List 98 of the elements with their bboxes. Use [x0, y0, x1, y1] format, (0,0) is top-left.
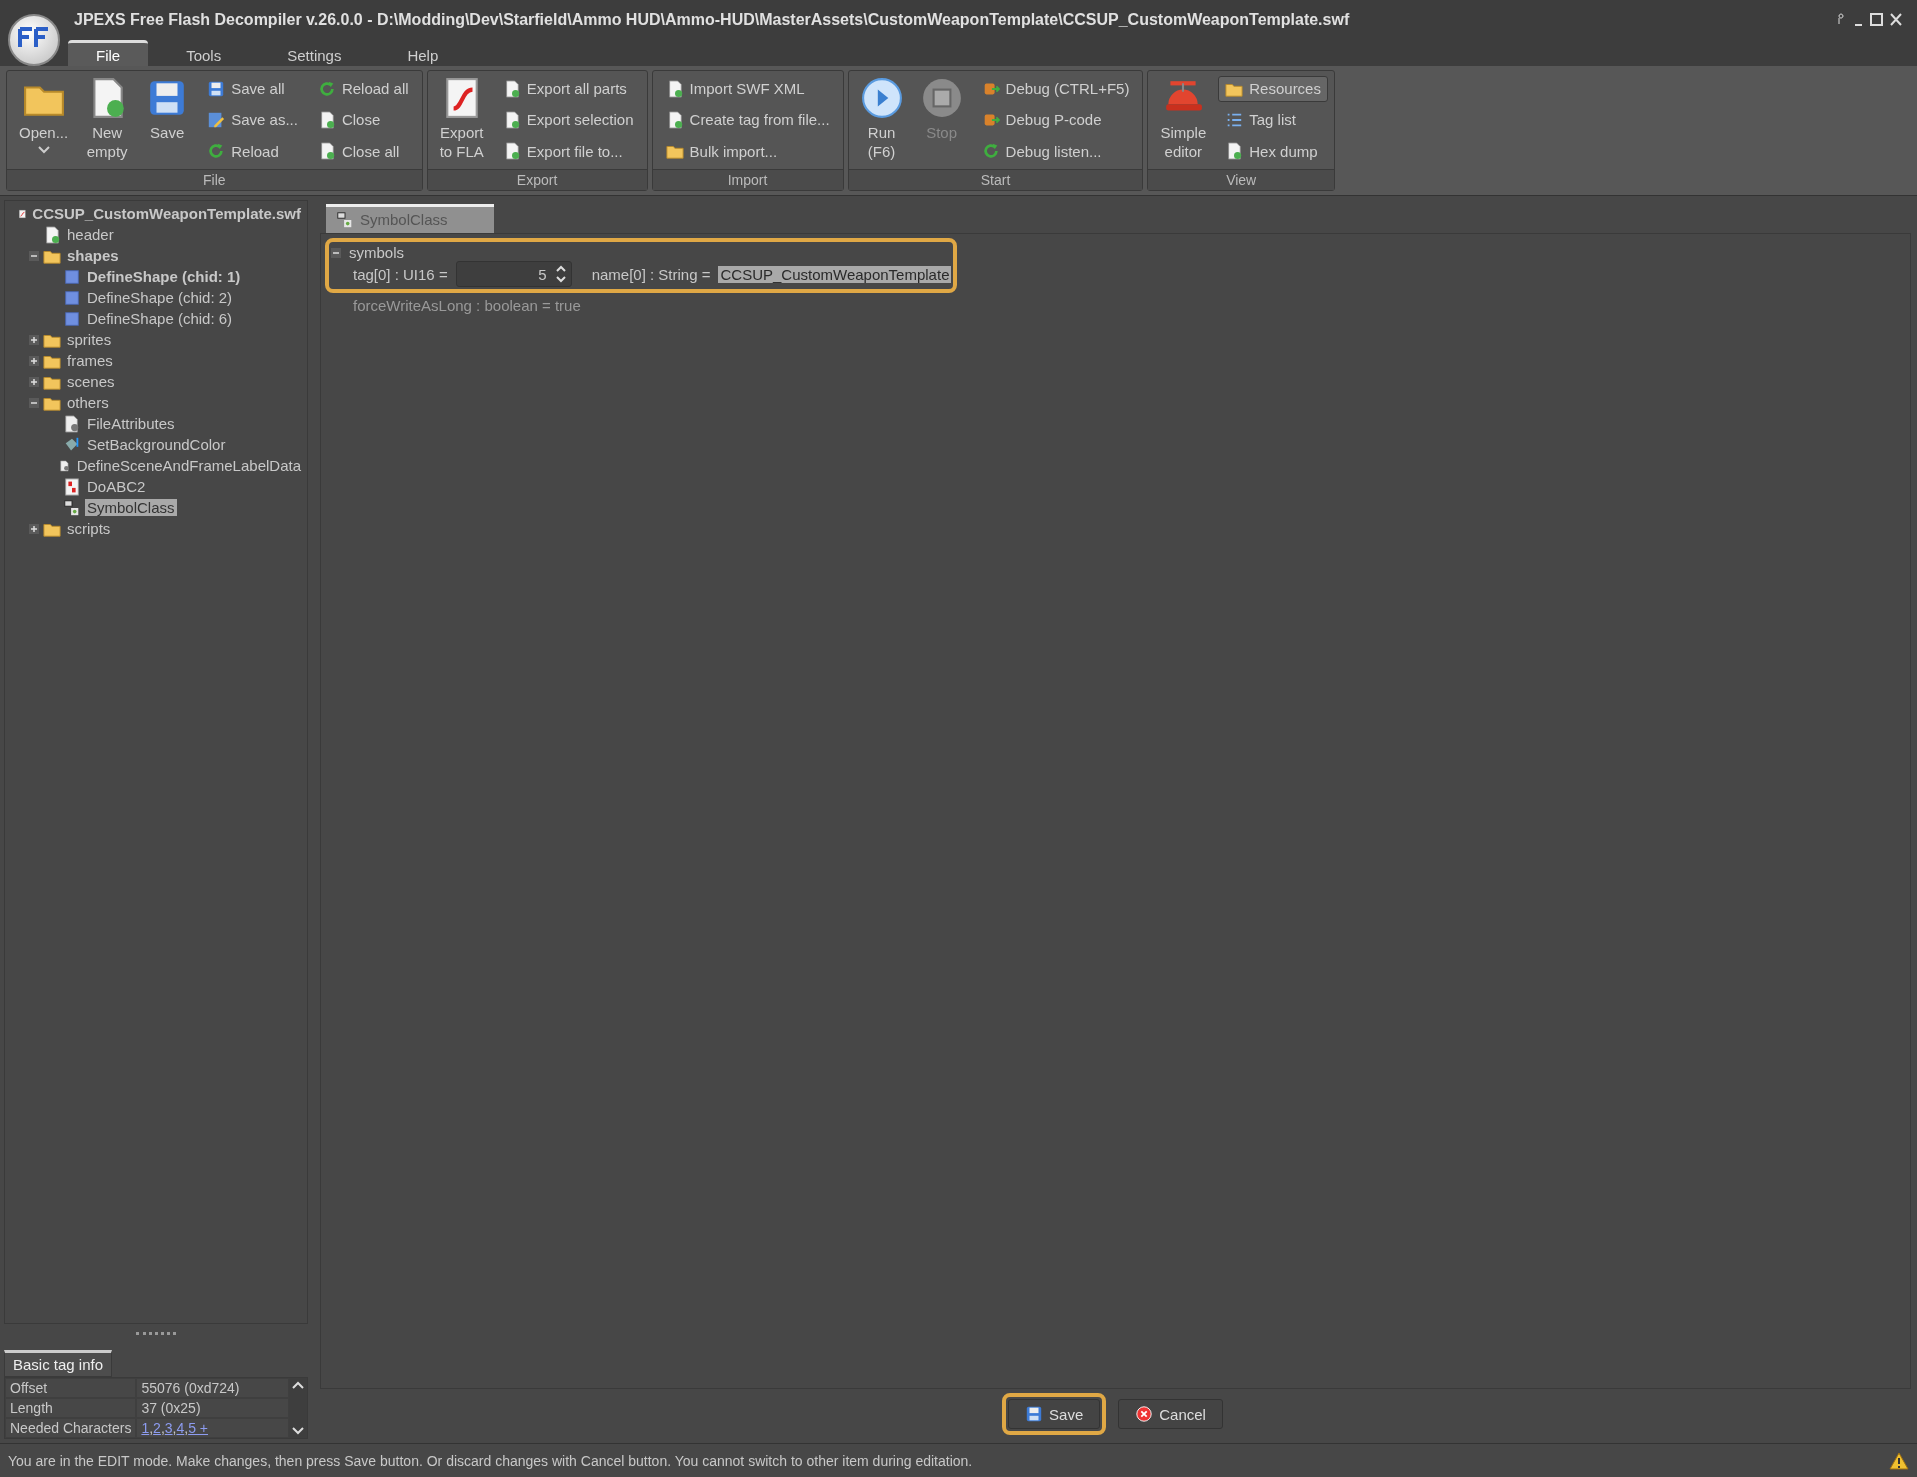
list-icon	[1225, 111, 1244, 129]
ribbon-button[interactable]: Resources	[1218, 75, 1328, 102]
link[interactable]: 5 +	[188, 1420, 208, 1436]
window-title: JPEXS Free Flash Decompiler v.26.0.0 - D:\Modding\Dev\Starfield\Ammo HUD\Ammo-HUD\MasterAssets\CustomWeaponTemplate\CCSUP_CustomWeaponTemplate.swf	[74, 11, 1351, 29]
table-cell: Needed Characters	[5, 1418, 137, 1438]
expand-icon[interactable]	[29, 334, 39, 345]
separator-text: ,	[172, 1420, 177, 1436]
separator-text: ,	[160, 1420, 165, 1436]
menu-tab[interactable]: File	[68, 40, 149, 66]
menu-tab[interactable]: Tools	[158, 40, 250, 66]
ribbon-button[interactable]: Reload	[200, 138, 305, 165]
ribbon-button[interactable]: Close	[310, 107, 416, 133]
table-cell: 55076 (0xd724)	[136, 1378, 289, 1398]
tree-item[interactable]: FileAttributes	[85, 415, 177, 432]
tree-item[interactable]: SymbolClass	[85, 499, 177, 516]
table-cell: Length	[5, 1398, 137, 1418]
ribbon-button[interactable]: Run (F6)	[854, 73, 909, 167]
field-label: tag[0] : UI16 =	[353, 265, 448, 283]
tree-item[interactable]: DoABC2	[85, 478, 148, 495]
tree-item[interactable]: header	[65, 226, 116, 243]
expand-icon[interactable]	[29, 376, 39, 387]
ribbon-button[interactable]: Debug (CTRL+F5)	[974, 75, 1137, 102]
tree-item[interactable]: sprites	[65, 331, 114, 348]
ribbon-button[interactable]: Save	[140, 73, 195, 167]
tree-item[interactable]: DefineShape (chid: 2)	[85, 289, 235, 306]
status-text: You are in the EDIT mode. Make changes, then press Save button. Or discard changes with Cancel button. You cannot switch to other item during editation.	[8, 1452, 974, 1469]
reload-icon	[981, 142, 1000, 161]
ribbon-button[interactable]: Bulk import...	[658, 138, 837, 165]
tree-item[interactable]: frames	[65, 352, 115, 369]
document-icon	[43, 225, 61, 244]
square-icon	[63, 288, 81, 307]
menu-tab[interactable]: Help	[379, 40, 467, 66]
action-button[interactable]: Cancel	[1118, 1399, 1223, 1429]
text-field[interactable]: CCSUP_CustomWeaponTemplate	[718, 265, 952, 283]
menu-tab[interactable]: Settings	[259, 40, 370, 66]
group-label: Export	[427, 169, 647, 190]
tree-item[interactable]: shapes	[65, 247, 121, 264]
separator-text: ,	[184, 1420, 189, 1436]
play-icon	[860, 77, 903, 119]
expand-icon[interactable]	[29, 523, 39, 534]
ribbon-button[interactable]: New empty	[80, 73, 135, 167]
number-spinner[interactable]: 5	[455, 261, 572, 287]
ribbon-button[interactable]: Simple editor	[1154, 73, 1213, 167]
ribbon-button[interactable]: Debug listen...	[974, 138, 1137, 165]
ribbon-button[interactable]: Hex dump	[1218, 138, 1328, 165]
ribbon-button[interactable]: Close all	[310, 138, 416, 165]
link[interactable]: 1	[141, 1420, 150, 1436]
link[interactable]: 2	[153, 1420, 161, 1436]
tree-item[interactable]: others	[65, 394, 111, 411]
stop-icon	[920, 77, 963, 119]
tree-item[interactable]: SetBackgroundColor	[85, 436, 228, 453]
ribbon-button[interactable]: Save as...	[200, 107, 305, 133]
group-label: File	[7, 169, 422, 190]
expand-icon[interactable]	[29, 355, 39, 366]
ribbon-button[interactable]: Tag list	[1218, 107, 1328, 133]
document-icon	[1225, 142, 1244, 161]
ribbon-button[interactable]: Export selection	[495, 107, 641, 133]
ribbon-button[interactable]: Reload all	[310, 75, 416, 102]
tree-item[interactable]: scenes	[65, 373, 117, 390]
tree-item[interactable]: CCSUP_CustomWeaponTemplate.swf	[30, 205, 303, 222]
reload-icon	[207, 142, 226, 161]
group-label: Import	[652, 169, 843, 190]
tree-item[interactable]: DefineSceneAndFrameLabelData	[74, 457, 303, 474]
field-label: forceWriteAsLong : boolean = true	[353, 297, 581, 314]
collapse-icon[interactable]	[29, 250, 39, 261]
group-label: View	[1148, 169, 1334, 190]
table-cell: Offset	[5, 1378, 137, 1398]
tree-item[interactable]: DefineShape (chid: 1)	[85, 268, 243, 285]
separator-text: ,	[149, 1420, 154, 1436]
ribbon-button[interactable]: Export to FLA	[433, 73, 490, 167]
spin-arrows-icon[interactable]	[554, 264, 567, 284]
square-icon	[63, 267, 81, 286]
ribbon-button[interactable]: Export all parts	[495, 75, 641, 102]
ribbon-button[interactable]: Create tag from file...	[658, 107, 837, 133]
ribbon-button[interactable]: Import SWF XML	[658, 75, 837, 102]
collapse-icon[interactable]	[331, 247, 341, 258]
ribbon-button[interactable]: Open...	[13, 73, 75, 167]
ribbon-button[interactable]: Debug P-code	[974, 107, 1137, 133]
ribbon-button[interactable]: Save all	[200, 75, 305, 102]
ribbon-button[interactable]: Export file to...	[495, 138, 641, 165]
field-label: symbols	[349, 244, 404, 261]
floppy-icon	[1025, 1405, 1044, 1423]
collapse-icon[interactable]	[29, 397, 39, 408]
panel-tab[interactable]: Basic tag info	[4, 1350, 113, 1377]
square-icon	[63, 309, 81, 328]
tree-item[interactable]: DefineShape (chid: 6)	[85, 310, 235, 327]
table-cell: 37 (0x25)	[136, 1398, 289, 1418]
cancel-icon	[1135, 1405, 1154, 1423]
field-label: name[0] : String =	[591, 265, 711, 283]
pencil-icon	[207, 111, 226, 129]
tree-item[interactable]: scripts	[65, 520, 113, 537]
action-button[interactable]: Save	[1008, 1399, 1101, 1429]
floppy-icon	[207, 79, 226, 98]
app-logo	[8, 14, 60, 66]
warning-icon	[1889, 1450, 1909, 1471]
scrollbar[interactable]	[289, 1378, 307, 1438]
group-label: Start	[848, 169, 1143, 190]
reload-icon	[317, 79, 336, 98]
